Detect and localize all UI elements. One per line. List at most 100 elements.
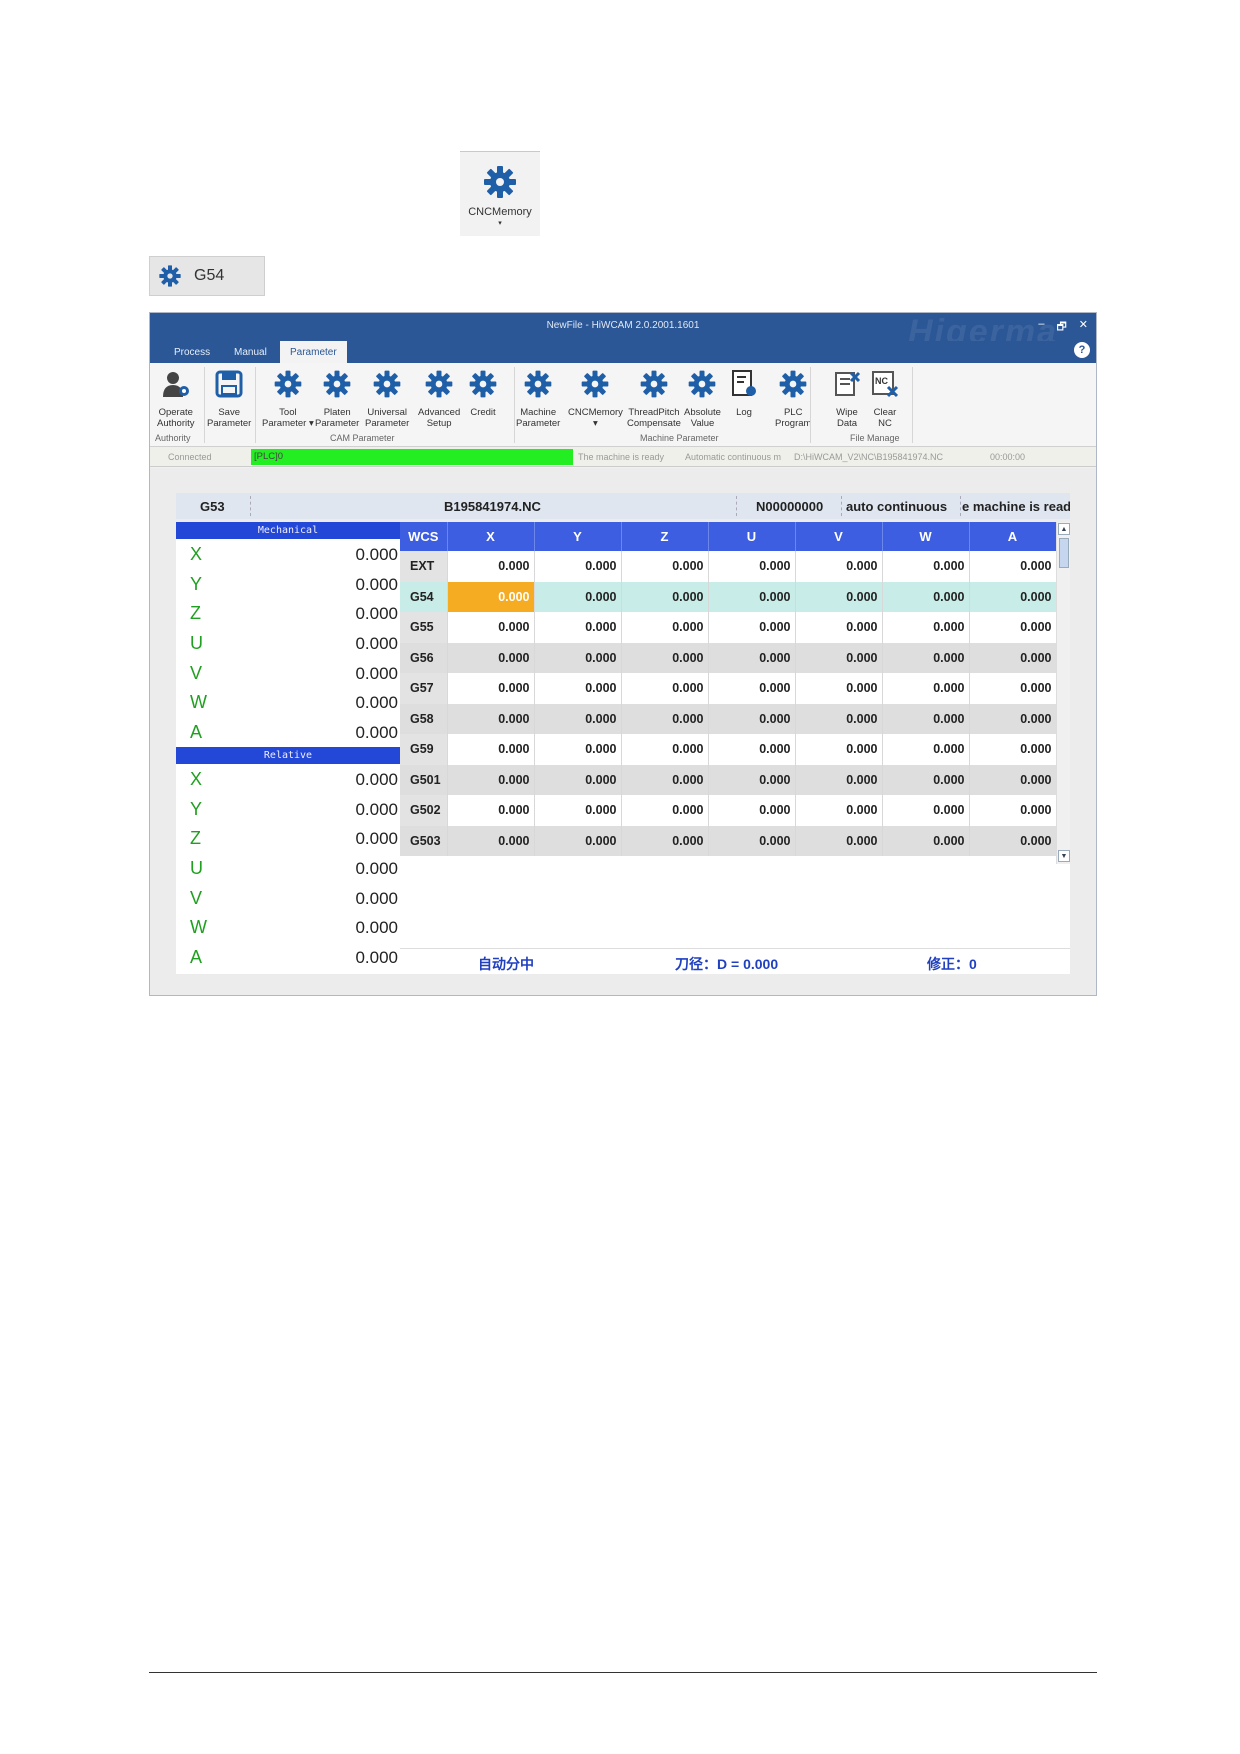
offset-cell[interactable]: 0.000 — [708, 612, 796, 643]
table-row[interactable]: G57 0.000 0.000 0.000 0.000 0.000 0.000 0.000 — [400, 673, 1057, 704]
table-row[interactable]: G54 0.000 0.000 0.000 0.000 0.000 0.000 0.000 — [400, 581, 1057, 612]
offset-cell[interactable]: 0.000 — [708, 764, 796, 795]
ribbon-button-tool[interactable]: Tool Parameter ▾ — [262, 369, 314, 429]
offset-cell[interactable]: 0.000 — [708, 825, 796, 856]
table-row[interactable]: G59 0.000 0.000 0.000 0.000 0.000 0.000 0.000 — [400, 734, 1057, 765]
ribbon-button-operate[interactable]: Operate Authority — [157, 369, 195, 429]
offset-cell[interactable]: 0.000 — [708, 795, 796, 826]
ribbon-button-plc[interactable]: PLC Program — [775, 369, 811, 429]
offset-cell[interactable]: 0.000 — [795, 764, 883, 795]
offset-cell[interactable]: 0.000 — [621, 703, 709, 734]
ribbon-button-wipe[interactable]: Wipe Data — [832, 369, 862, 429]
restore-icon[interactable]: 🗗 — [1056, 318, 1066, 337]
table-row[interactable]: G58 0.000 0.000 0.000 0.000 0.000 0.000 0.000 — [400, 703, 1057, 734]
offset-cell[interactable]: 0.000 — [447, 734, 535, 765]
offset-cell[interactable]: 0.000 — [621, 825, 709, 856]
scroll-thumb[interactable] — [1059, 538, 1069, 568]
offset-cell[interactable]: 0.000 — [534, 734, 622, 765]
offset-cell[interactable]: 0.000 — [969, 795, 1057, 826]
table-row[interactable]: G56 0.000 0.000 0.000 0.000 0.000 0.000 0.000 — [400, 642, 1057, 673]
offset-cell[interactable]: 0.000 — [795, 673, 883, 704]
table-row[interactable]: G501 0.000 0.000 0.000 0.000 0.000 0.000 0.000 — [400, 764, 1057, 795]
offset-cell[interactable]: 0.000 — [621, 642, 709, 673]
offset-cell[interactable]: 0.000 — [795, 703, 883, 734]
ribbon-button-machine[interactable]: Machine Parameter — [516, 369, 560, 429]
help-icon[interactable]: ? — [1074, 342, 1090, 358]
offset-cell[interactable]: 0.000 — [969, 612, 1057, 643]
cncmemory-snippet[interactable]: CNCMemory ▾ — [460, 151, 540, 236]
tab-manual[interactable]: Manual — [224, 341, 277, 363]
offset-cell[interactable]: 0.000 — [882, 581, 970, 612]
offset-cell[interactable]: 0.000 — [969, 642, 1057, 673]
offset-cell[interactable]: 0.000 — [708, 734, 796, 765]
offset-cell[interactable]: 0.000 — [447, 642, 535, 673]
offset-cell[interactable]: 0.000 — [708, 551, 796, 582]
offset-cell[interactable]: 0.000 — [534, 764, 622, 795]
offset-cell[interactable]: 0.000 — [534, 581, 622, 612]
offset-cell[interactable]: 0.000 — [534, 551, 622, 582]
offset-cell[interactable]: 0.000 — [621, 673, 709, 704]
offset-cell[interactable]: 0.000 — [882, 764, 970, 795]
offset-cell[interactable]: 0.000 — [708, 703, 796, 734]
offset-cell[interactable]: 0.000 — [621, 795, 709, 826]
table-row[interactable]: EXT 0.000 0.000 0.000 0.000 0.000 0.000 0.000 — [400, 551, 1057, 582]
ribbon-button-absolute[interactable]: Absolute Value — [684, 369, 721, 429]
offset-cell[interactable]: 0.000 — [447, 581, 535, 612]
offset-cell[interactable]: 0.000 — [621, 551, 709, 582]
offset-cell[interactable]: 0.000 — [447, 551, 535, 582]
offset-cell[interactable]: 0.000 — [708, 581, 796, 612]
offset-cell[interactable]: 0.000 — [447, 673, 535, 704]
offset-cell[interactable]: 0.000 — [969, 581, 1057, 612]
offset-cell[interactable]: 0.000 — [534, 795, 622, 826]
ribbon-button-log[interactable]: Log — [729, 369, 759, 418]
offset-cell[interactable]: 0.000 — [969, 764, 1057, 795]
offset-cell[interactable]: 0.000 — [621, 764, 709, 795]
offset-cell[interactable]: 0.000 — [447, 612, 535, 643]
offset-cell[interactable]: 0.000 — [447, 764, 535, 795]
table-row[interactable]: G503 0.000 0.000 0.000 0.000 0.000 0.000 0.000 — [400, 825, 1057, 856]
offset-cell[interactable]: 0.000 — [708, 642, 796, 673]
scroll-up-icon[interactable]: ▲ — [1058, 523, 1070, 535]
offset-cell[interactable]: 0.000 — [621, 612, 709, 643]
offset-cell[interactable]: 0.000 — [882, 642, 970, 673]
ribbon-button-threadpitch[interactable]: ThreadPitch Compensate — [627, 369, 681, 429]
offset-cell[interactable]: 0.000 — [795, 642, 883, 673]
ribbon-button-save[interactable]: Save Parameter — [207, 369, 251, 429]
offset-cell[interactable]: 0.000 — [969, 551, 1057, 582]
ribbon-button-cncmemory[interactable]: CNCMemory ▾ — [568, 369, 623, 429]
offset-cell[interactable]: 0.000 — [969, 825, 1057, 856]
offset-cell[interactable]: 0.000 — [621, 581, 709, 612]
offset-cell[interactable]: 0.000 — [795, 551, 883, 582]
ribbon-button-clear[interactable]: NC Clear NC — [870, 369, 900, 429]
offset-cell[interactable]: 0.000 — [795, 825, 883, 856]
tab-parameter[interactable]: Parameter — [280, 341, 347, 363]
offset-cell[interactable]: 0.000 — [969, 703, 1057, 734]
ribbon-button-credit[interactable]: Credit — [468, 369, 498, 418]
offset-cell[interactable]: 0.000 — [795, 795, 883, 826]
minimize-icon[interactable]: – — [1038, 318, 1044, 337]
offset-cell[interactable]: 0.000 — [534, 673, 622, 704]
scroll-down-icon[interactable]: ▼ — [1058, 850, 1070, 862]
offset-cell[interactable]: 0.000 — [447, 795, 535, 826]
offset-cell[interactable]: 0.000 — [708, 673, 796, 704]
offset-cell[interactable]: 0.000 — [882, 551, 970, 582]
offset-cell[interactable]: 0.000 — [882, 703, 970, 734]
offset-cell[interactable]: 0.000 — [882, 825, 970, 856]
offset-cell[interactable]: 0.000 — [882, 795, 970, 826]
offset-cell[interactable]: 0.000 — [447, 825, 535, 856]
offset-cell[interactable]: 0.000 — [882, 612, 970, 643]
close-icon[interactable]: ✕ — [1079, 318, 1088, 337]
offset-cell[interactable]: 0.000 — [795, 612, 883, 643]
offset-cell[interactable]: 0.000 — [621, 734, 709, 765]
offset-cell[interactable]: 0.000 — [795, 734, 883, 765]
ribbon-button-platen[interactable]: Platen Parameter — [315, 369, 359, 429]
ribbon-button-advanced[interactable]: Advanced Setup — [418, 369, 460, 429]
tab-process[interactable]: Process — [164, 341, 220, 363]
offset-cell[interactable]: 0.000 — [969, 734, 1057, 765]
ribbon-button-universal[interactable]: Universal Parameter — [365, 369, 409, 429]
table-row[interactable]: G502 0.000 0.000 0.000 0.000 0.000 0.000 0.000 — [400, 795, 1057, 826]
offset-cell[interactable]: 0.000 — [534, 642, 622, 673]
offset-cell[interactable]: 0.000 — [534, 703, 622, 734]
offset-cell[interactable]: 0.000 — [969, 673, 1057, 704]
table-row[interactable]: G55 0.000 0.000 0.000 0.000 0.000 0.000 0.000 — [400, 612, 1057, 643]
